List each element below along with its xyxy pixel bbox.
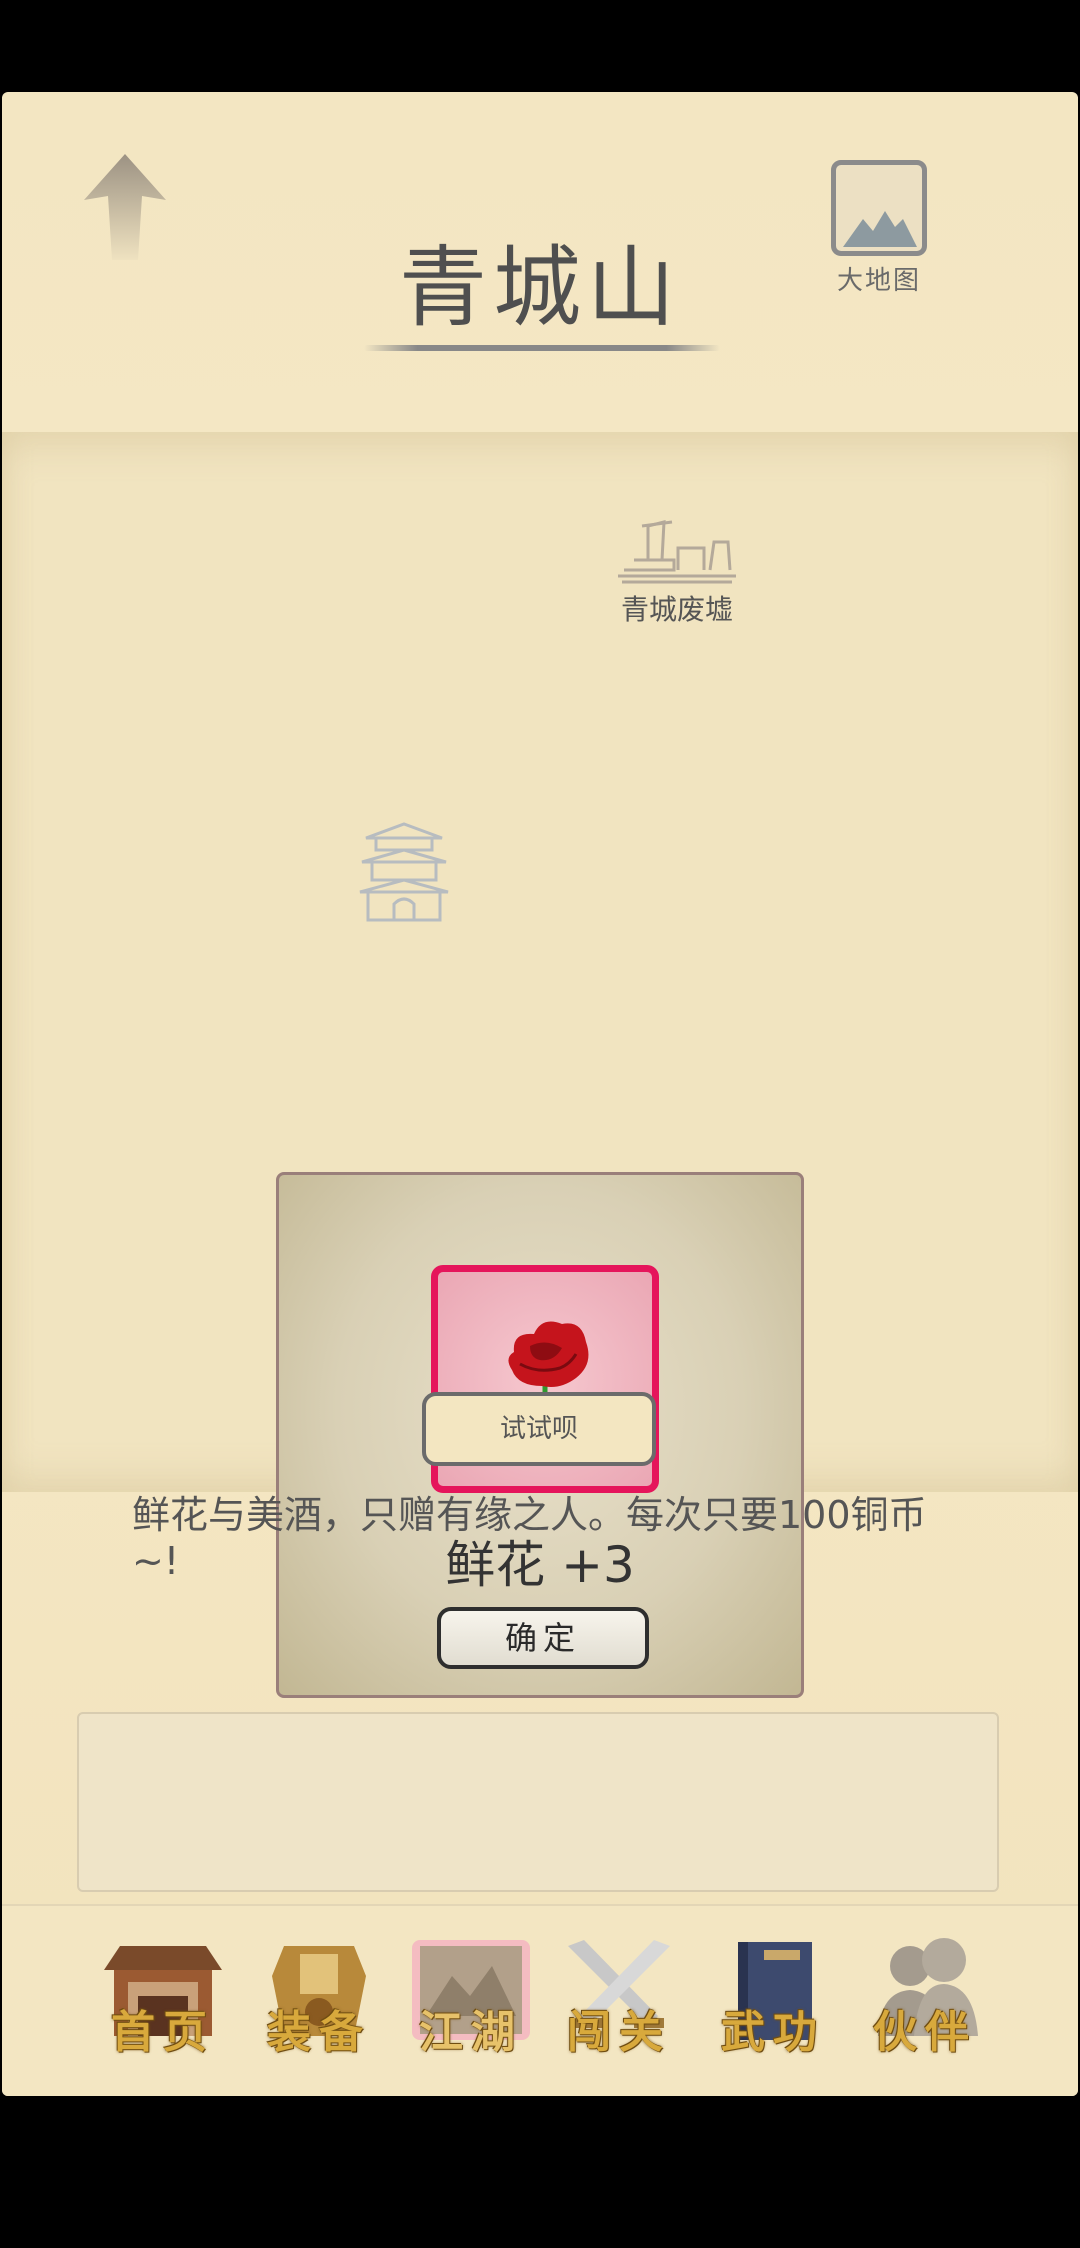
nav-label: 江湖 <box>419 2007 523 2058</box>
nav-label: 武功 <box>721 2007 825 2058</box>
nav-item-jianghu[interactable]: 江湖 <box>406 1936 536 2066</box>
try-button[interactable]: 试试呗 <box>422 1392 656 1466</box>
nav-item-equipment[interactable]: 装备 <box>254 1936 384 2066</box>
confirm-button[interactable]: 确定 <box>437 1607 649 1669</box>
nav-label: 伙伴 <box>873 2007 977 2058</box>
bottom-nav: 首页 装备 江湖 闯关 武功 伙伴 <box>2 1904 1078 2096</box>
nav-label: 装备 <box>267 2007 371 2058</box>
world-map-button[interactable]: 大地图 <box>824 160 934 300</box>
world-map-label: 大地图 <box>836 266 921 296</box>
description-text: 鲜花与美酒，只赠有缘之人。每次只要100铜币~! <box>132 1493 927 1583</box>
nav-item-martial-arts[interactable]: 武功 <box>708 1936 838 2066</box>
nav-label: 首页 <box>111 2007 215 2058</box>
title-underline <box>364 345 720 351</box>
map-area: 青城废墟 鲜花 +3 确定 <box>2 432 1078 1698</box>
ruins-icon <box>614 512 740 588</box>
location-label: 青城废墟 <box>620 593 733 626</box>
mountain-icon <box>831 160 927 256</box>
message-log-box <box>77 1712 999 1892</box>
pagoda-icon <box>356 820 452 930</box>
location-qingcheng-ruins[interactable]: 青城废墟 <box>614 512 740 628</box>
nav-item-challenge[interactable]: 闯关 <box>554 1936 684 2066</box>
game-screen: 青城山 大地图 青城废墟 鲜花 +3 确定 试试呗 鲜花与美酒，只赠有缘之人。每… <box>2 92 1078 2096</box>
location-temple[interactable] <box>356 820 452 930</box>
nav-item-home[interactable]: 首页 <box>98 1936 228 2066</box>
nav-label: 闯关 <box>567 2007 671 2058</box>
nav-item-companions[interactable]: 伙伴 <box>860 1936 990 2066</box>
